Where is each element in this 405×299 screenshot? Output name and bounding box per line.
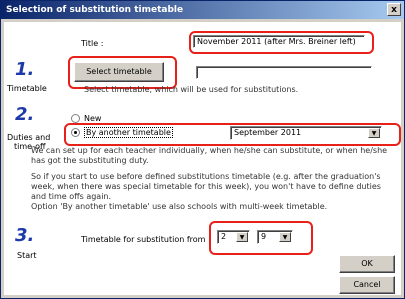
cancel-button[interactable]: Cancel (339, 276, 395, 294)
start-month-select[interactable]: 2 ▼ (217, 230, 250, 244)
ok-button[interactable]: OK (339, 255, 395, 273)
window-title: Selection of substitution timetable (6, 5, 184, 15)
radio-new-label: New (84, 114, 102, 123)
timetable-select[interactable]: September 2011 ▼ (230, 126, 382, 140)
radio-another-timetable[interactable] (71, 128, 80, 137)
duties-paragraph-2: So if you start to use before defined su… (31, 172, 381, 201)
title-bar: Selection of substitution timetable x (1, 1, 404, 19)
duties-paragraph-1: We can set up for each teacher individua… (31, 146, 388, 165)
start-month-value: 2 (221, 232, 227, 241)
radio-another-label: By another timetable (84, 127, 173, 138)
step-2-label-line1: Duties and (7, 133, 51, 142)
title-input[interactable]: November 2011 (after Mrs. Breiner left) (193, 35, 365, 48)
step-1-label: Timetable (7, 84, 47, 93)
timetable-display (196, 66, 372, 79)
timetable-note: Select timetable, which will be used for… (84, 85, 299, 94)
select-timetable-button[interactable]: Select timetable (74, 62, 164, 82)
close-icon: x (391, 5, 397, 15)
chevron-down-icon[interactable]: ▼ (279, 232, 291, 242)
step-2-number: 2. (15, 104, 35, 125)
chevron-down-icon[interactable]: ▼ (236, 232, 248, 242)
step-3-label: Start (17, 251, 37, 260)
start-day-value: 9 (261, 232, 267, 241)
timetable-select-value: September 2011 (234, 128, 302, 137)
step-3-number: 3. (15, 225, 35, 246)
title-label: Title : (81, 39, 104, 48)
step-1-number: 1. (15, 59, 35, 80)
radio-new[interactable] (71, 114, 80, 123)
close-button[interactable]: x (387, 3, 401, 16)
start-day-select[interactable]: 9 ▼ (257, 230, 293, 244)
dialog-body: Title : November 2011 (after Mrs. Breine… (4, 22, 401, 295)
chevron-down-icon[interactable]: ▼ (368, 128, 380, 138)
duties-paragraph-3: Option 'By another timetable' use also s… (31, 202, 328, 211)
start-field-label: Timetable for substitution from : (81, 235, 211, 244)
dialog-window: Selection of substitution timetable x Ti… (0, 0, 405, 299)
